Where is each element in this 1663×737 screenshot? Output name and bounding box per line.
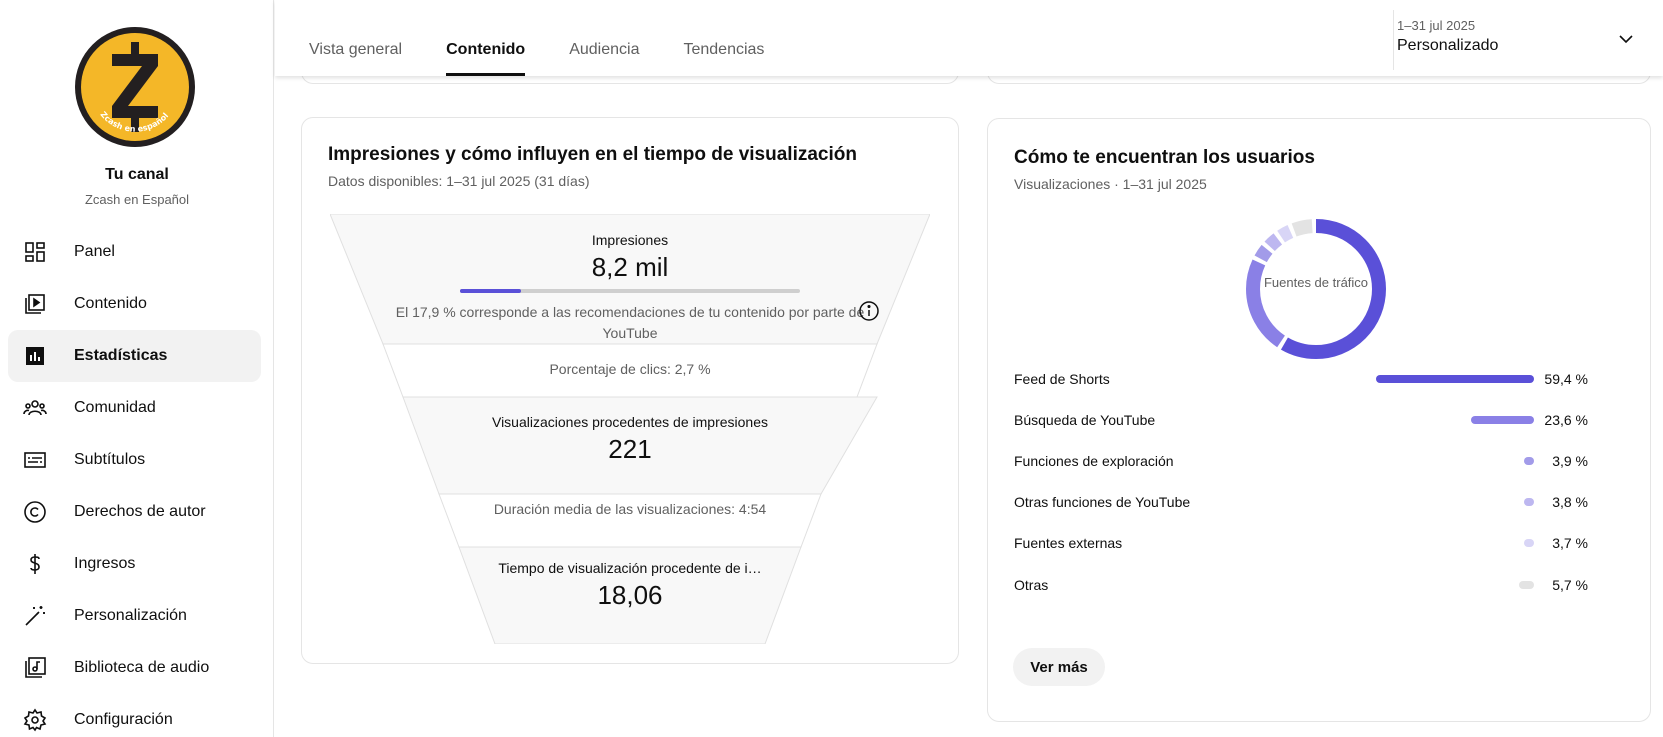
tab-audiencia[interactable]: Audiencia [569,0,639,76]
subtitles-icon [24,452,46,468]
watch-time-value: 18,06 [597,580,663,610]
traffic-source-row[interactable]: Búsqueda de YouTube 23,6 % [1014,409,1614,431]
impressions-segment: Impresiones 8,2 mil [330,232,930,283]
community-icon [23,400,47,416]
audio-library-icon [25,657,46,678]
impressions-label: Impresiones [591,232,669,248]
card-title: Cómo te encuentran los usuarios [1014,147,1315,168]
date-range-text: 1–31 jul 2025 [1397,18,1476,33]
tab-tendencias[interactable]: Tendencias [683,0,764,76]
traffic-source-bar [1376,375,1534,383]
channel-title: Tu canal [105,166,169,183]
date-preset-label: Personalizado [1397,37,1499,54]
traffic-source-name: Feed de Shorts [1014,371,1110,387]
magic-wand-icon [25,606,45,626]
tab-list: Vista general Contenido Audiencia Tenden… [309,0,808,76]
sidebar-item-label: Panel [74,243,115,260]
traffic-source-bar [1523,498,1534,506]
traffic-source-percent: 23,6 % [1544,412,1588,428]
traffic-source-percent: 3,7 % [1552,535,1588,551]
sidebar-item-biblioteca-de-audio[interactable]: Biblioteca de audio [8,642,261,694]
sidebar-item-derechos-de-autor[interactable]: Derechos de autor [8,486,261,538]
traffic-source-name: Otras funciones de YouTube [1014,494,1191,510]
views-value: 221 [608,434,652,464]
traffic-source-name: Fuentes externas [1014,535,1123,551]
views-label: Visualizaciones procedentes de impresion… [491,414,768,430]
impressions-funnel: Impresiones 8,2 mil El 17,9 % correspond… [330,214,930,644]
traffic-source-percent: 59,4 % [1544,371,1588,387]
sidebar-item-label: Subtítulos [74,451,146,468]
traffic-source-row[interactable]: Fuentes externas 3,7 % [1014,532,1614,554]
sidebar-item-label: Estadísticas [74,347,168,364]
recommend-progress-bar [460,289,800,293]
traffic-source-bar [1518,581,1534,589]
ver-mas-button[interactable]: Ver más [1013,648,1105,686]
card-subtitle: Datos disponibles: 1–31 jul 2025 (31 día… [328,173,590,189]
sidebar-item-label: Ingresos [74,555,136,572]
tab-vista-general[interactable]: Vista general [309,0,402,76]
traffic-source-name: Funciones de exploración [1014,453,1174,469]
dollar-icon [30,554,40,574]
sidebar-item-ingresos[interactable]: Ingresos [8,538,261,590]
traffic-source-row[interactable]: Funciones de exploración 3,9 % [1014,450,1614,472]
channel-name: Zcash en Español [84,192,190,207]
sidebar-item-panel[interactable]: Panel [8,226,261,278]
traffic-sources-card: Cómo te encuentran los usuarios Visualiz… [987,118,1651,722]
info-icon[interactable] [858,300,880,322]
sidebar: Zcash en español Tu canal Zcash en Españ… [0,0,274,737]
sidebar-item-label: Contenido [74,295,147,312]
views-segment: Visualizaciones procedentes de impresion… [330,414,930,465]
traffic-source-name: Otras [1014,577,1049,593]
traffic-source-row[interactable]: Otras 5,7 % [1014,574,1614,596]
date-range-selector[interactable]: 1–31 jul 2025 Personalizado [1393,10,1651,70]
sidebar-item-contenido[interactable]: Contenido [8,278,261,330]
sidebar-item-label: Configuración [74,711,173,728]
sidebar-item-subtitulos[interactable]: Subtítulos [8,434,261,486]
sidebar-item-label: Comunidad [74,399,156,416]
traffic-source-percent: 5,7 % [1552,577,1588,593]
dashboard-icon [25,242,45,262]
copyright-icon [24,501,46,523]
card-subtitle: Visualizaciones · 1–31 jul 2025 [1014,176,1207,192]
tab-contenido[interactable]: Contenido [446,0,526,76]
sidebar-item-personalizacion[interactable]: Personalización [8,590,261,642]
traffic-source-percent: 3,9 % [1552,453,1588,469]
watch-time-segment: Tiempo de visualización procedente de i…… [330,560,930,611]
main-content: Impresiones y cómo influyen en el tiempo… [275,66,1663,737]
sidebar-item-configuracion[interactable]: Configuración [8,694,261,737]
impressions-card: Impresiones y cómo influyen en el tiempo… [301,117,959,664]
donut-center-label: Fuentes de tráfico [1263,275,1369,290]
recommend-note: El 17,9 % corresponde a las recomendacio… [395,304,865,341]
traffic-source-bar [1523,457,1534,465]
ctr-label: Porcentaje de clics: 2,7 % [549,361,711,377]
sidebar-item-estadisticas[interactable]: Estadísticas [8,330,261,382]
sidebar-item-comunidad[interactable]: Comunidad [8,382,261,434]
traffic-source-bar [1471,416,1534,424]
gear-icon [23,708,47,732]
traffic-source-name: Búsqueda de YouTube [1014,412,1156,428]
avg-duration-label: Duración media de las visualizaciones: 4… [493,501,767,517]
traffic-source-bar [1524,539,1534,547]
content-icon [25,294,45,314]
sidebar-item-label: Personalización [74,607,187,624]
card-title: Impresiones y cómo influyen en el tiempo… [328,144,857,165]
analytics-icon [26,347,44,365]
impressions-value: 8,2 mil [591,252,669,282]
sidebar-nav: Panel Contenido Estadísticas Comunidad S… [8,226,261,737]
sidebar-item-label: Biblioteca de audio [74,659,210,676]
chevron-down-icon [1619,35,1633,44]
recommend-progress-fill [460,289,521,293]
traffic-source-row[interactable]: Feed de Shorts 59,4 % [1014,368,1614,390]
traffic-source-row[interactable]: Otras funciones de YouTube 3,8 % [1014,491,1614,513]
channel-avatar[interactable]: Zcash en español [74,26,196,148]
watch-time-label: Tiempo de visualización procedente de i… [498,560,762,576]
traffic-source-percent: 3,8 % [1552,494,1588,510]
top-tabs-bar: Vista general Contenido Audiencia Tenden… [275,0,1663,76]
sidebar-item-label: Derechos de autor [74,503,206,520]
